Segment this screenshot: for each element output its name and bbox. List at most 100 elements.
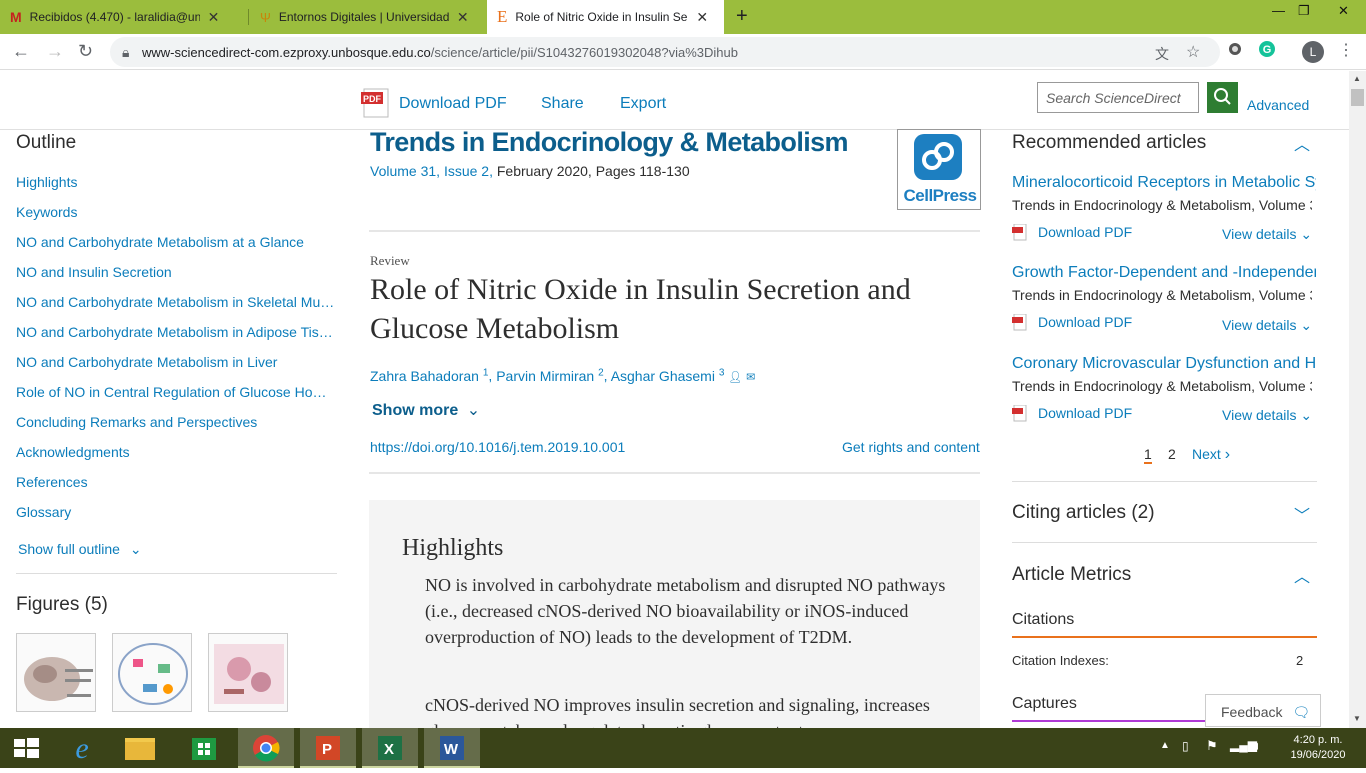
recommended-article-link[interactable]: Growth Factor-Dependent and -Independent… [1012, 264, 1316, 282]
author-link[interactable]: Parvin Mirmiran 2 [496, 367, 603, 384]
close-tab-icon[interactable]: ✕ [696, 9, 708, 26]
network-icon[interactable]: ▂▄▆ [1230, 738, 1257, 752]
export-link[interactable]: Export [620, 95, 666, 113]
citations-accent-bar [1012, 636, 1317, 638]
file-explorer-app[interactable] [112, 728, 168, 768]
address-bar[interactable]: 🔒︎ www-sciencedirect-com.ezproxy.unbosqu… [110, 37, 1220, 67]
search-button[interactable] [1207, 82, 1238, 113]
close-tab-icon[interactable]: ✕ [457, 9, 469, 26]
system-clock[interactable]: 4:20 p. m. 19/06/2020 [1278, 733, 1358, 763]
recommended-article-link[interactable]: Mineralocorticoid Receptors in Metabolic… [1012, 174, 1316, 192]
outline-item[interactable]: Concluding Remarks and Perspectives [16, 414, 257, 430]
person-icon[interactable]: 👤︎ [728, 372, 742, 384]
advanced-search-link[interactable]: Advanced [1247, 97, 1309, 113]
scroll-thumb[interactable] [1351, 89, 1364, 106]
recommended-download-pdf[interactable]: Download PDF [1038, 405, 1132, 421]
url-path: /science/article/pii/S1043276019302048?v… [430, 45, 738, 60]
lock-icon[interactable]: 🔒︎ [122, 44, 129, 61]
email-icon[interactable]: ✉ [746, 372, 755, 384]
show-more-button[interactable]: Show more ⌄ [372, 400, 480, 420]
outline-item[interactable]: NO and Insulin Secretion [16, 264, 172, 280]
page-content: PDF Download PDF Share Export Search Sci… [0, 71, 1366, 728]
next-page-button[interactable]: Next › [1192, 446, 1230, 464]
chrome-app[interactable] [238, 728, 294, 768]
journal-title-link[interactable]: Trends in Endocrinology & Metabolism [370, 127, 849, 158]
figure-thumbnail[interactable] [112, 633, 192, 712]
outline-item[interactable]: NO and Carbohydrate Metabolism in Adipos… [16, 324, 333, 340]
scroll-down-icon[interactable]: ▼ [1353, 714, 1361, 723]
page-2-link[interactable]: 2 [1168, 446, 1176, 462]
author-link[interactable]: Asghar Ghasemi 3 [611, 367, 725, 384]
chevron-up-icon[interactable]: ︿ [1294, 131, 1310, 155]
citation-indexes-label: Citation Indexes: [1012, 653, 1109, 668]
profile-avatar[interactable]: L [1302, 41, 1324, 63]
author-link[interactable]: Zahra Bahadoran 1 [370, 367, 488, 384]
recommended-article-link[interactable]: Coronary Microvascular Dysfunction and H… [1012, 355, 1316, 373]
menu-kebab-icon[interactable]: ⋮ [1338, 40, 1354, 60]
device-icon[interactable]: ▯ [1182, 739, 1189, 753]
pdf-icon [1012, 405, 1027, 422]
svg-text:e: e [75, 732, 88, 765]
chevron-up-icon[interactable]: ︿ [1294, 563, 1310, 587]
internet-explorer-app[interactable]: e [54, 728, 110, 768]
show-full-outline-button[interactable]: Show full outline ⌄ [18, 541, 142, 558]
translate-icon[interactable]: 文 [1155, 44, 1169, 64]
excel-app[interactable]: X [362, 728, 418, 768]
volume-icon[interactable]: 🔈︎ [1254, 738, 1262, 754]
outline-item-highlights[interactable]: Highlights [16, 174, 77, 190]
close-window-button[interactable]: ✕ [1320, 0, 1366, 22]
volume-issue-link[interactable]: Volume 31, Issue 2, [370, 163, 493, 179]
new-tab-button[interactable]: + [736, 5, 748, 28]
store-app[interactable] [176, 728, 232, 768]
tab-gmail[interactable]: M Recibidos (4.470) - laralidia@unb ✕ [0, 0, 247, 34]
outline-item[interactable]: Acknowledgments [16, 444, 130, 460]
start-button[interactable] [0, 728, 56, 768]
back-arrow-icon[interactable]: ← [12, 41, 30, 62]
show-hidden-icons-icon[interactable]: ▲ [1160, 740, 1170, 751]
close-tab-icon[interactable]: ✕ [208, 9, 220, 26]
recommended-download-pdf[interactable]: Download PDF [1038, 224, 1132, 240]
tab-role-of-nitric-oxide[interactable]: E Role of Nitric Oxide in Insulin Sec ✕ [487, 0, 724, 34]
get-rights-link[interactable]: Get rights and content [842, 439, 980, 455]
extension-icon[interactable] [1227, 41, 1243, 57]
view-details-button[interactable]: View details ⌄ [1222, 317, 1312, 334]
outline-item[interactable]: References [16, 474, 88, 490]
doi-link[interactable]: https://doi.org/10.1016/j.tem.2019.10.00… [370, 439, 625, 455]
search-input[interactable]: Search ScienceDirect [1037, 82, 1199, 113]
feedback-button[interactable]: Feedback 🗨︎ [1205, 694, 1321, 727]
cellpress-logo-icon [914, 134, 962, 180]
reload-icon[interactable]: ↻ [78, 41, 93, 62]
figure-thumbnail[interactable] [208, 633, 288, 712]
grammarly-icon[interactable]: G [1259, 41, 1275, 57]
download-pdf-link[interactable]: Download PDF [399, 95, 507, 113]
maximize-icon[interactable]: ❐ [1298, 3, 1310, 19]
word-app[interactable]: W [424, 728, 480, 768]
pdf-icon[interactable]: PDF [361, 88, 391, 118]
minimize-icon[interactable]: — [1272, 3, 1285, 18]
citing-articles-heading[interactable]: Citing articles (2) [1012, 502, 1155, 524]
powerpoint-icon: P [316, 736, 340, 760]
share-link[interactable]: Share [541, 95, 584, 113]
scroll-up-icon[interactable]: ▲ [1353, 74, 1361, 83]
forward-arrow-icon[interactable]: → [46, 41, 64, 62]
recommended-download-pdf[interactable]: Download PDF [1038, 314, 1132, 330]
powerpoint-app[interactable]: P [300, 728, 356, 768]
chevron-down-icon[interactable]: ﹀ [1294, 502, 1310, 526]
url-text[interactable]: www-sciencedirect-com.ezproxy.unbosque.e… [142, 45, 738, 60]
outline-item[interactable]: Role of NO in Central Regulation of Gluc… [16, 384, 326, 400]
outline-item[interactable]: NO and Carbohydrate Metabolism in Skelet… [16, 294, 334, 310]
store-icon [192, 738, 216, 760]
bookmark-star-icon[interactable]: ☆ [1186, 42, 1200, 62]
view-details-button[interactable]: View details ⌄ [1222, 407, 1312, 424]
tab-entornos-digitales[interactable]: Ψ Entornos Digitales | Universidad ✕ [250, 0, 486, 34]
view-details-button[interactable]: View details ⌄ [1222, 226, 1312, 243]
cellpress-logo[interactable]: CellPress [897, 129, 981, 210]
flag-icon[interactable]: ⚑ [1206, 738, 1218, 754]
outline-item[interactable]: Glossary [16, 504, 71, 520]
outline-item[interactable]: NO and Carbohydrate Metabolism at a Glan… [16, 234, 304, 250]
page-scrollbar[interactable]: ▲ ▼ [1349, 71, 1366, 728]
page-1-link[interactable]: 1 [1144, 446, 1152, 464]
figure-thumbnail[interactable] [16, 633, 96, 712]
outline-item[interactable]: NO and Carbohydrate Metabolism in Liver [16, 354, 277, 370]
outline-item-keywords[interactable]: Keywords [16, 204, 77, 220]
